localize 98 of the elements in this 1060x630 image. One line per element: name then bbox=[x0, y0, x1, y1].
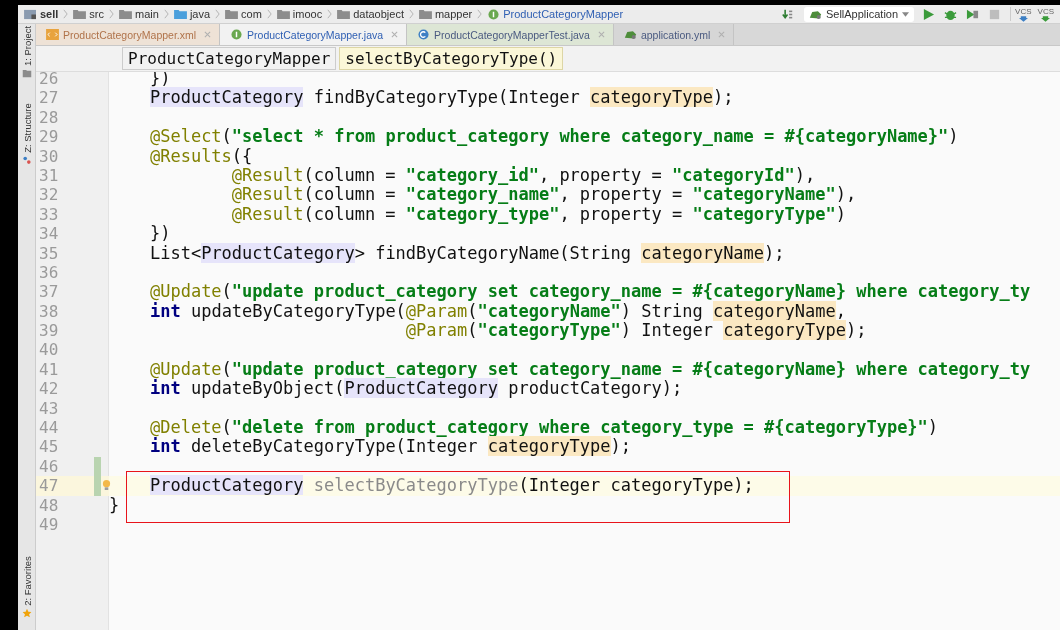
code-line: ProductCategory findByCategoryType(Integer categoryType); bbox=[148, 87, 734, 108]
line-number: 37 bbox=[39, 282, 59, 302]
line-number: 36 bbox=[39, 262, 59, 283]
breadcrumb-item[interactable]: com bbox=[225, 8, 262, 20]
chevron-icon bbox=[408, 9, 414, 19]
line-number: 47 bbox=[39, 476, 59, 496]
line-number: 49 bbox=[39, 515, 59, 535]
line-number: 42 bbox=[39, 379, 59, 399]
code-line: @Results({ bbox=[148, 145, 253, 166]
folder-icon bbox=[22, 69, 31, 79]
code-line: }) bbox=[148, 223, 171, 244]
line-number: 32 bbox=[39, 185, 59, 205]
interface-icon bbox=[487, 8, 501, 20]
line-number: 46 bbox=[39, 456, 59, 477]
code-line: } bbox=[109, 494, 120, 515]
line-number: 30 bbox=[39, 146, 59, 166]
chevron-icon bbox=[63, 9, 69, 19]
breadcrumb-item[interactable]: imooc bbox=[276, 8, 323, 20]
breadcrumb-item[interactable]: sell bbox=[24, 8, 59, 20]
spring-leaf-icon bbox=[808, 8, 822, 20]
code-line: ProductCategory selectByCategoryType(Integer categoryType); bbox=[148, 475, 754, 496]
line-number: 31 bbox=[39, 165, 59, 186]
update-arrow-icon bbox=[1018, 15, 1028, 22]
breadcrumb-item[interactable]: src bbox=[73, 8, 105, 20]
code-line: int updateByObject(ProductCategory productCategory); bbox=[148, 378, 683, 399]
chevron-icon bbox=[327, 9, 333, 19]
close-icon[interactable] bbox=[597, 31, 605, 38]
line-number: 38 bbox=[39, 301, 59, 322]
folder-icon bbox=[73, 8, 87, 20]
vcs-button[interactable]: VCS bbox=[1015, 6, 1032, 22]
line-number: 27 bbox=[39, 88, 59, 108]
editor-tab[interactable]: ProductCategoryMapperTest.java bbox=[407, 24, 614, 45]
line-number: 28 bbox=[39, 107, 59, 128]
line-number: 40 bbox=[39, 340, 59, 360]
line-number: 44 bbox=[39, 418, 59, 438]
class-icon bbox=[417, 29, 431, 40]
tool-window-tab[interactable]: 2: Favorites bbox=[21, 556, 32, 606]
structure-icon bbox=[22, 155, 31, 165]
breadcrumb-item[interactable]: main bbox=[119, 8, 159, 20]
folder-icon bbox=[173, 8, 187, 20]
line-number: 48 bbox=[39, 495, 59, 515]
breadcrumb-item[interactable]: mapper bbox=[418, 8, 473, 20]
code-line: @Update("update product_category set category_name = #{categoryName} where category_ty bbox=[148, 358, 1031, 379]
star-icon bbox=[22, 608, 31, 618]
vcs-button[interactable]: VCS bbox=[1037, 6, 1054, 22]
code-line: @Result(column = "category_name", property = "categoryName"), bbox=[230, 184, 857, 205]
interface-icon bbox=[230, 29, 244, 40]
code-line: @Select("select * from product_category where category_name = #{categoryName}") bbox=[148, 126, 959, 147]
chevron-icon bbox=[163, 9, 169, 19]
module-folder-icon bbox=[24, 8, 37, 20]
code-line: }) bbox=[148, 72, 171, 88]
folder-icon bbox=[276, 8, 290, 20]
code-line: int deleteByCategoryType(Integer categoryType); bbox=[148, 436, 632, 457]
breadcrumb-item[interactable]: java bbox=[173, 8, 211, 20]
close-icon[interactable] bbox=[391, 31, 399, 38]
close-icon[interactable] bbox=[718, 31, 726, 38]
spring-leaf-icon bbox=[623, 29, 637, 40]
chevron-icon bbox=[109, 9, 115, 19]
breadcrumb-item[interactable]: dataobject bbox=[337, 8, 404, 20]
code-line: @Delete("delete from product_category where category_type = #{categoryType}") bbox=[148, 417, 939, 438]
breadcrumb-item[interactable]: selectByCategoryType() bbox=[339, 47, 564, 70]
sort-icon[interactable] bbox=[780, 8, 794, 20]
run-configuration-dropdown[interactable]: SellApplication bbox=[803, 6, 915, 22]
tool-window-tab[interactable]: Z: Structure bbox=[21, 103, 32, 153]
xml-file-icon bbox=[46, 29, 59, 40]
close-icon[interactable] bbox=[204, 31, 212, 38]
code-line: List<ProductCategory> findByCategoryName(String categoryName); bbox=[148, 242, 785, 263]
line-number: 35 bbox=[39, 243, 59, 263]
code-line: @Result(column = "category_id", property = "categoryId"), bbox=[230, 164, 816, 185]
coverage-icon[interactable] bbox=[966, 7, 980, 21]
code-line: int updateByCategoryType(@Param("categoryName") String categoryName, bbox=[148, 300, 847, 321]
commit-arrow-icon bbox=[1041, 15, 1051, 22]
folder-icon bbox=[119, 8, 133, 20]
code-line: @Update("update product_category set category_name = #{categoryName} where category_ty bbox=[148, 281, 1031, 302]
chevron-icon bbox=[266, 9, 272, 19]
tool-window-tab[interactable]: 1: Project bbox=[21, 25, 32, 67]
line-number: 33 bbox=[39, 204, 59, 225]
line-number: 43 bbox=[39, 398, 59, 419]
lightbulb-icon[interactable] bbox=[102, 479, 111, 493]
line-number: 26 bbox=[39, 72, 59, 89]
line-number: 45 bbox=[39, 437, 59, 457]
breadcrumb-item[interactable]: ProductCategoryMapper bbox=[122, 47, 337, 70]
code-line: @Result(column = "category_type", property = "categoryType") bbox=[230, 203, 846, 224]
caret-icon bbox=[902, 11, 910, 17]
breadcrumb-item[interactable]: ProductCategoryMapper bbox=[487, 8, 624, 20]
line-number: 29 bbox=[39, 127, 59, 147]
stop-icon[interactable] bbox=[988, 7, 1002, 21]
line-number: 34 bbox=[39, 224, 59, 244]
folder-icon bbox=[225, 8, 239, 20]
chevron-icon bbox=[215, 9, 221, 19]
editor-tab[interactable]: ProductCategoryMapper.java bbox=[220, 24, 408, 45]
line-number: 39 bbox=[39, 321, 59, 341]
chevron-icon bbox=[477, 9, 483, 19]
line-number: 41 bbox=[39, 359, 59, 380]
folder-icon bbox=[337, 8, 351, 20]
run-icon[interactable] bbox=[922, 7, 936, 21]
code-line: @Param("categoryType") Integer categoryType); bbox=[404, 320, 867, 341]
folder-icon bbox=[418, 8, 432, 20]
